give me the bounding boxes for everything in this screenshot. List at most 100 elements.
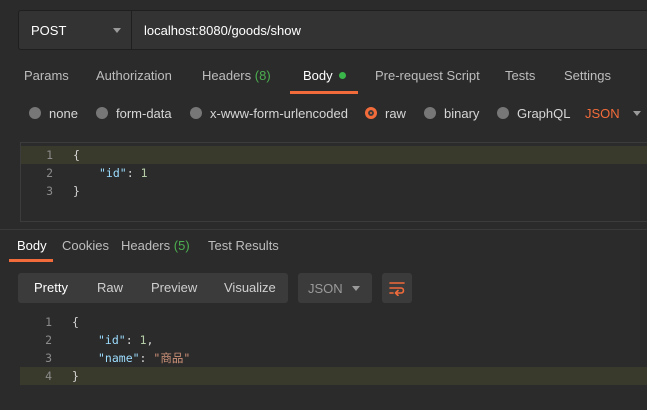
code-line: 4 }	[20, 367, 647, 385]
response-format-select[interactable]: JSON	[298, 273, 372, 303]
active-tab-underline	[9, 259, 53, 262]
view-pretty[interactable]: Pretty	[34, 273, 68, 303]
tab-label: Params	[24, 68, 69, 83]
tab-label: Tests	[505, 68, 536, 83]
radio-circle	[96, 107, 108, 119]
tab-params[interactable]: Params	[24, 60, 69, 94]
radio-label: raw	[385, 105, 406, 121]
raw-format-select[interactable]: JSON	[585, 100, 641, 126]
tab-tests[interactable]: Tests	[505, 60, 535, 94]
section-divider	[0, 229, 647, 230]
tab-label: Headers	[202, 68, 252, 83]
code-text: {	[72, 315, 79, 329]
line-number: 4	[45, 369, 52, 383]
radio-none[interactable]: none	[29, 100, 78, 126]
tab-label: Body	[303, 68, 333, 83]
tab-label: Authorization	[96, 68, 172, 83]
chevron-down-icon	[352, 285, 360, 291]
view-label: Pretty	[34, 280, 68, 295]
code-line: 2 "id": 1,	[20, 331, 647, 349]
tab-settings[interactable]: Settings	[564, 60, 611, 94]
code-text: }	[73, 184, 80, 198]
radio-label: none	[49, 105, 78, 121]
code-line: 1 {	[20, 313, 647, 331]
json-value: "商品"	[153, 351, 191, 365]
response-tab-body[interactable]: Body	[17, 232, 47, 262]
url-text: localhost:8080/goods/show	[144, 22, 301, 38]
wrap-lines-icon	[389, 282, 405, 296]
headers-count: (8)	[254, 68, 271, 83]
view-mode-switcher: Pretty Raw Preview Visualize	[18, 273, 288, 303]
code-line: 3 "name": "商品"	[20, 349, 647, 367]
radio-circle	[497, 107, 509, 119]
response-tab-headers[interactable]: Headers (5)	[121, 232, 190, 262]
request-tabs: Params Authorization Headers (8) Body Pr…	[0, 60, 647, 94]
radio-label: binary	[444, 105, 480, 121]
radio-binary[interactable]: binary	[424, 100, 479, 126]
view-label: Visualize	[224, 280, 276, 295]
radio-graphql[interactable]: GraphQL	[497, 100, 570, 126]
view-label: Raw	[97, 280, 124, 295]
json-key: "id"	[98, 333, 126, 347]
headers-count: (5)	[173, 238, 190, 253]
view-raw[interactable]: Raw	[97, 273, 123, 303]
line-number: 1	[45, 315, 52, 329]
active-dot-icon	[338, 72, 346, 79]
line-number: 2	[46, 166, 53, 180]
json-comma: ,	[146, 333, 154, 347]
line-number: 2	[45, 333, 52, 347]
code-line: 3 }	[21, 182, 647, 200]
view-preview[interactable]: Preview	[151, 273, 197, 303]
url-bar: POST localhost:8080/goods/show	[18, 10, 647, 50]
radio-label: GraphQL	[517, 105, 571, 121]
tab-label: Headers	[121, 238, 171, 253]
tab-label: Cookies	[62, 238, 109, 253]
radio-circle-selected	[365, 107, 377, 119]
response-tab-cookies[interactable]: Cookies	[62, 232, 109, 262]
json-value: 1	[139, 333, 147, 347]
tab-headers[interactable]: Headers (8)	[202, 60, 271, 94]
request-body-editor[interactable]: 1 { 2 "id": 1 3 }	[20, 142, 647, 222]
json-key: "name"	[98, 351, 140, 365]
chevron-down-icon	[632, 110, 641, 116]
code-line: 1 {	[21, 146, 647, 164]
tab-pre-request-script[interactable]: Pre-request Script	[375, 60, 480, 94]
chevron-down-icon	[113, 27, 121, 33]
method-select[interactable]: POST	[18, 10, 132, 50]
response-tab-test-results[interactable]: Test Results	[208, 232, 279, 262]
radio-x-www-form-urlencoded[interactable]: x-www-form-urlencoded	[190, 100, 348, 126]
json-key: "id"	[99, 166, 127, 180]
json-separator: :	[125, 333, 140, 347]
tab-authorization[interactable]: Authorization	[96, 60, 172, 94]
radio-circle	[29, 107, 41, 119]
wrap-lines-button[interactable]	[382, 273, 412, 303]
radio-label: form-data	[116, 105, 172, 121]
tab-label: Body	[17, 238, 47, 253]
line-number: 1	[46, 148, 53, 162]
radio-circle	[424, 107, 436, 119]
body-type-options: none form-data x-www-form-urlencoded raw…	[0, 100, 647, 126]
radio-raw[interactable]: raw	[365, 100, 406, 126]
tab-body[interactable]: Body	[303, 60, 346, 94]
line-number: 3	[46, 184, 53, 198]
json-value: 1	[140, 166, 148, 180]
radio-circle	[190, 107, 202, 119]
code-text: {	[73, 148, 80, 162]
json-separator: :	[126, 166, 141, 180]
radio-form-data[interactable]: form-data	[96, 100, 172, 126]
code-text: }	[72, 369, 79, 383]
response-body-viewer: 1 { 2 "id": 1, 3 "name": "商品" 4 }	[20, 312, 647, 392]
active-tab-underline	[290, 91, 358, 94]
method-label: POST	[31, 22, 67, 38]
tab-label: Test Results	[208, 238, 279, 253]
view-visualize[interactable]: Visualize	[224, 273, 276, 303]
tab-label: Settings	[564, 68, 611, 83]
code-line: 2 "id": 1	[21, 164, 647, 182]
tab-label: Pre-request Script	[375, 68, 480, 83]
raw-format-label: JSON	[585, 105, 620, 121]
json-separator: :	[139, 351, 154, 365]
response-tabs: Body Cookies Headers (5) Test Results	[0, 232, 647, 262]
radio-label: x-www-form-urlencoded	[210, 105, 348, 121]
response-format-label: JSON	[308, 280, 343, 296]
url-input[interactable]: localhost:8080/goods/show	[132, 10, 647, 50]
